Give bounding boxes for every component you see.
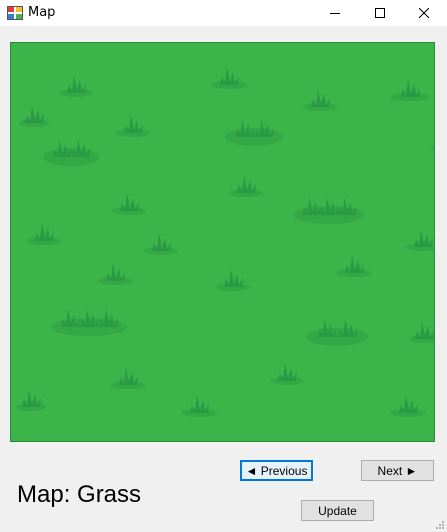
grass-tuft [431,144,434,150]
update-button[interactable]: Update [301,500,374,521]
close-button[interactable] [401,0,447,26]
grass-tuft [27,223,61,245]
grass-tuft [19,105,49,127]
next-button[interactable]: Next ► [361,460,434,481]
grass-tuft [306,319,368,346]
grass-tuft [111,367,145,389]
maximize-button[interactable] [357,0,403,26]
map-name-label: Map: Grass [17,481,142,508]
grass-tuft [216,269,250,291]
grass-tuft [181,395,217,417]
grass-tuft [112,193,146,215]
grass-tuft [303,89,337,111]
grass-tuft [43,139,99,166]
previous-button[interactable]: ◄ Previous [240,460,313,481]
close-icon [419,8,429,18]
grass-terrain [16,67,434,417]
grass-tuft [97,263,133,285]
minimize-icon [330,13,340,14]
title-bar[interactable]: Map [0,0,447,26]
grass-tuft [59,75,93,97]
grass-tuft [409,321,434,343]
grass-tuft [391,79,429,101]
grass-tuft [51,309,127,336]
grass-tuft [270,363,304,385]
minimize-button[interactable] [312,0,358,26]
grass-tuft [390,395,426,417]
grass-tuft [336,255,372,277]
grass-tuft [225,119,283,146]
grass-tuft [144,233,178,255]
grass-tuft [294,197,364,224]
window-title: Map [28,5,56,20]
maximize-icon [375,8,385,18]
grass-tuft [16,389,46,411]
grass-tuft [116,115,150,137]
map-canvas[interactable] [10,42,435,442]
grass-tuft [211,67,247,89]
app-map-icon [7,5,23,21]
grass-tuft [406,229,434,251]
resize-grip-icon[interactable] [435,520,445,530]
grass-tuft [229,175,263,197]
